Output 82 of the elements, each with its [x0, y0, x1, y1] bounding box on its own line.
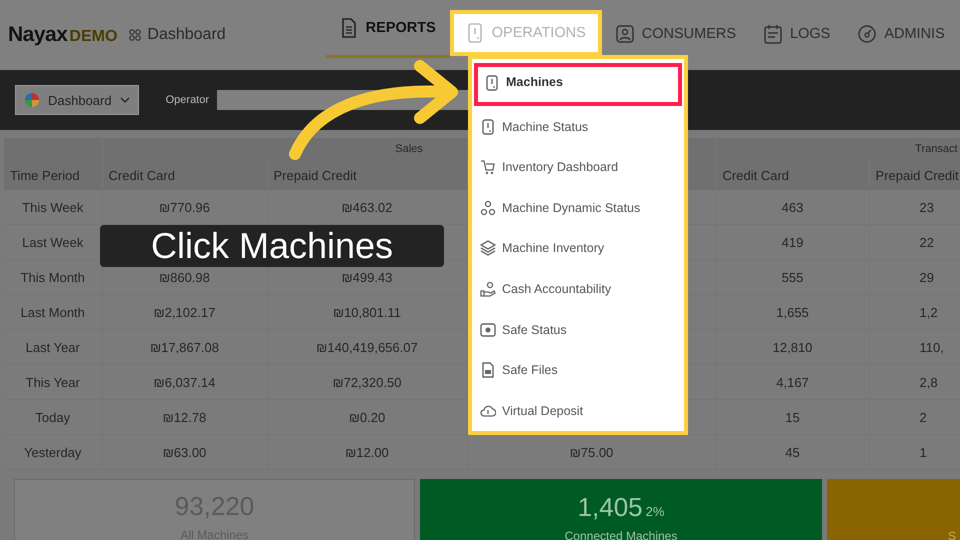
menu-item[interactable]: Machine Inventory: [472, 228, 684, 269]
table-cell: ₪6,037.14: [154, 374, 216, 390]
calendar-icon: [764, 24, 782, 44]
logo-suffix-text: DEMO: [69, 28, 118, 46]
device-icon: [466, 23, 484, 43]
logo: Nayax: [8, 23, 68, 47]
operator-label: Operator: [166, 94, 210, 106]
table-cell: ₪75.00: [570, 444, 614, 460]
table-cell: 419: [782, 234, 804, 250]
view-dropdown[interactable]: Dashboard: [15, 85, 139, 115]
menu-item[interactable]: Cash Accountability: [472, 268, 684, 310]
nodes-icon: [480, 200, 496, 216]
table-cell: 4,167: [776, 374, 809, 390]
device-icon: [484, 75, 500, 91]
table-cell: ₪12.00: [345, 444, 389, 460]
cart-icon: [480, 159, 496, 176]
chevron-down-icon: [120, 97, 130, 103]
table-cell: 2,8: [920, 374, 938, 390]
table-cell: 29: [920, 270, 934, 284]
table-cell: 12,810: [772, 340, 812, 354]
column-header: Credit Card: [722, 168, 789, 182]
table-cell: 15: [785, 410, 800, 424]
document-icon: [340, 18, 358, 38]
menu-item[interactable]: Inventory Dashboard: [472, 146, 684, 188]
table-cell: 555: [782, 270, 804, 284]
column-header: Prepaid Credit: [274, 168, 357, 182]
table-cell: ₪2,102.17: [154, 304, 216, 320]
table-cell: This Year: [26, 374, 80, 390]
menu-item[interactable]: Virtual Deposit: [472, 390, 684, 431]
grid-icon: [129, 29, 142, 41]
table-cell: ₪63.00: [162, 444, 206, 460]
stat-label: S: [948, 529, 956, 540]
table-cell: 22: [920, 234, 934, 250]
safe-icon: [480, 322, 496, 338]
table-cell: Last Year: [26, 340, 80, 354]
table-cell: Last Week: [22, 234, 84, 250]
table-cell: 45: [785, 444, 800, 460]
table-cell: ₪72,320.50: [332, 374, 402, 390]
pie-chart-icon: [24, 92, 40, 108]
menu-item[interactable]: Machine Status: [472, 106, 684, 147]
menu-item[interactable]: Machine Dynamic Status: [472, 188, 684, 228]
table-cell: This Week: [22, 200, 84, 214]
layers-icon: [480, 240, 496, 256]
table-cell: Today: [35, 410, 70, 424]
table-cell: 463: [782, 200, 804, 214]
menu-item[interactable]: Machines: [474, 63, 682, 106]
table-cell: ₪17,867.08: [150, 340, 219, 354]
table-cell: Yesterday: [24, 444, 82, 460]
group-header: Sales: [395, 143, 423, 155]
cloud-icon: [480, 402, 496, 419]
column-header: Time Period: [10, 168, 80, 182]
stat-value: 1,405: [578, 492, 643, 523]
file-icon: [480, 362, 496, 378]
table-cell: ₪0.20: [348, 410, 386, 424]
table-cell: ₪499.43: [342, 270, 392, 284]
table-cell: ₪12.78: [162, 410, 206, 424]
contact-icon: [616, 24, 634, 44]
page-title: Dashboard: [147, 26, 226, 44]
gauge-icon: [858, 24, 876, 44]
table-cell: ₪770.96: [159, 200, 210, 214]
table-cell: 1,2: [920, 304, 938, 320]
menu-item[interactable]: Safe Files: [472, 350, 684, 390]
column-header: Prepaid Credit: [876, 168, 959, 182]
table-cell: 1,655: [776, 304, 809, 320]
stat-label: Connected Machines: [564, 529, 678, 540]
table-cell: ₪860.98: [159, 270, 210, 284]
table-cell: Last Month: [20, 304, 85, 320]
table-cell: ₪140,419,656.07: [316, 340, 418, 354]
callout-label: Click Machines: [100, 225, 444, 267]
stat-percent: 2%: [646, 504, 664, 519]
column-header: Credit Card: [108, 168, 175, 182]
table-cell: 1: [920, 444, 927, 460]
device-icon: [480, 118, 496, 135]
table-cell: 110,: [920, 340, 944, 354]
hand-coin-icon: [480, 280, 496, 297]
table-cell: 23: [920, 200, 934, 214]
menu-item[interactable]: Safe Status: [472, 309, 684, 350]
table-cell: 2: [920, 410, 927, 424]
table-cell: ₪10,801.11: [333, 304, 401, 320]
group-header: Transact: [915, 143, 958, 155]
table-cell: This Month: [20, 270, 85, 284]
table-cell: ₪463.02: [342, 200, 392, 214]
